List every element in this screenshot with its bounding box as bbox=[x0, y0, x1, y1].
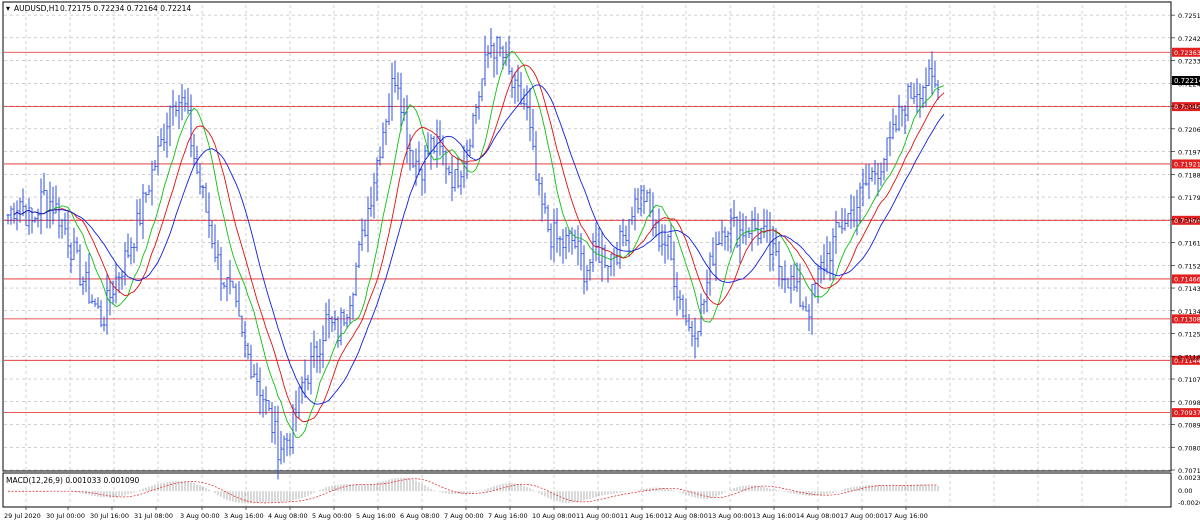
price-tick-label: 0.70890 bbox=[1178, 422, 1200, 430]
chart-symbol-label: AUDUSD,H1 bbox=[14, 4, 59, 13]
price-tick-label: 0.72150 bbox=[1178, 103, 1200, 111]
time-tick-label: 5 Aug 16:00 bbox=[356, 512, 396, 520]
time-tick-label: 13 Aug 00:00 bbox=[708, 512, 752, 520]
grid bbox=[4, 5, 1170, 506]
price-chart[interactable]: 0.723630.721480.719210.716980.714660.713… bbox=[0, 0, 1200, 525]
price-tick-label: 0.72510 bbox=[1178, 12, 1200, 20]
price-tick-label: 0.71160 bbox=[1178, 353, 1200, 361]
price-bars bbox=[6, 27, 940, 480]
time-tick-label: 12 Aug 08:00 bbox=[664, 512, 708, 520]
time-tick-label: 30 Jul 00:00 bbox=[46, 512, 85, 520]
time-tick-label: 6 Aug 08:00 bbox=[400, 512, 440, 520]
time-tick-label: 10 Aug 08:00 bbox=[532, 512, 576, 520]
time-axis[interactable]: 29 Jul 2020 30 Jul 00:00 30 Jul 16:00 31 Ju… bbox=[4, 507, 928, 520]
level-price-label: 0.71308 bbox=[1174, 315, 1200, 323]
price-tick-label: 0.71610 bbox=[1178, 240, 1200, 248]
level-price-label: 0.71921 bbox=[1174, 160, 1200, 168]
time-tick-label: 29 Jul 2020 bbox=[4, 512, 41, 520]
price-tick-label: 0.70980 bbox=[1178, 399, 1200, 407]
time-tick-label: 3 Aug 16:00 bbox=[224, 512, 264, 520]
time-tick-label: 4 Aug 08:00 bbox=[268, 512, 308, 520]
price-tick-label: 0.72330 bbox=[1178, 58, 1200, 66]
macd-signal-line bbox=[8, 478, 939, 504]
current-price-label: 0.72214 bbox=[1174, 77, 1200, 85]
price-tick-label: 0.71970 bbox=[1178, 149, 1200, 157]
time-tick-label: 17 Aug 00:00 bbox=[840, 512, 884, 520]
current-price-marker: 0.72214 bbox=[1172, 76, 1200, 85]
time-tick-label: 30 Jul 16:00 bbox=[90, 512, 129, 520]
price-tick-label: 0.70710 bbox=[1178, 467, 1200, 475]
time-tick-label: 3 Aug 00:00 bbox=[180, 512, 220, 520]
chart-ohlc-values: 0.72175 0.72234 0.72164 0.72214 bbox=[60, 4, 191, 13]
macd-indicator: 0.002315 0.00 -0.002090 bbox=[8, 474, 1200, 507]
price-tick-label: 0.71880 bbox=[1178, 171, 1200, 179]
price-tick-label: 0.71700 bbox=[1178, 217, 1200, 225]
chart-symbol-icon: ▾ bbox=[6, 4, 10, 13]
time-tick-label: 31 Jul 08:00 bbox=[134, 512, 173, 520]
time-tick-label: 7 Aug 16:00 bbox=[488, 512, 528, 520]
time-tick-label: 7 Aug 00:00 bbox=[444, 512, 484, 520]
time-tick-label: 17 Aug 16:00 bbox=[884, 512, 928, 520]
time-tick-label: 13 Aug 16:00 bbox=[752, 512, 796, 520]
time-tick-label: 5 Aug 00:00 bbox=[312, 512, 352, 520]
macd-axis-label: -0.002090 bbox=[1178, 499, 1200, 507]
main-panel-frame bbox=[2, 1, 1172, 472]
price-tick-label: 0.72420 bbox=[1178, 35, 1200, 43]
macd-label: MACD(12,26,9) 0.001033 0.001090 bbox=[6, 476, 140, 485]
level-price-label: 0.72363 bbox=[1174, 49, 1200, 57]
level-price-label: 0.71466 bbox=[1174, 275, 1200, 283]
price-tick-label: 0.71340 bbox=[1178, 308, 1200, 316]
price-tick-label: 0.71430 bbox=[1178, 285, 1200, 293]
price-tick-label: 0.70800 bbox=[1178, 444, 1200, 452]
macd-axis-label: 0.00 bbox=[1178, 487, 1192, 495]
time-tick-label: 11 Aug 00:00 bbox=[576, 512, 620, 520]
price-tick-label: 0.71790 bbox=[1178, 194, 1200, 202]
price-tick-label: 0.71070 bbox=[1178, 376, 1200, 384]
price-tick-label: 0.72060 bbox=[1178, 126, 1200, 134]
chart-window[interactable]: 0.72363 0.72148 0.71921 0.71698 0.71466 0.713… bbox=[0, 0, 1200, 525]
time-tick-label: 14 Aug 08:00 bbox=[796, 512, 840, 520]
level-price-label: 0.70937 bbox=[1174, 409, 1200, 417]
price-tick-label: 0.71250 bbox=[1178, 331, 1200, 339]
time-tick-label: 11 Aug 16:00 bbox=[620, 512, 664, 520]
macd-axis-label: 0.002315 bbox=[1178, 474, 1200, 482]
price-tick-label: 0.71520 bbox=[1178, 262, 1200, 270]
